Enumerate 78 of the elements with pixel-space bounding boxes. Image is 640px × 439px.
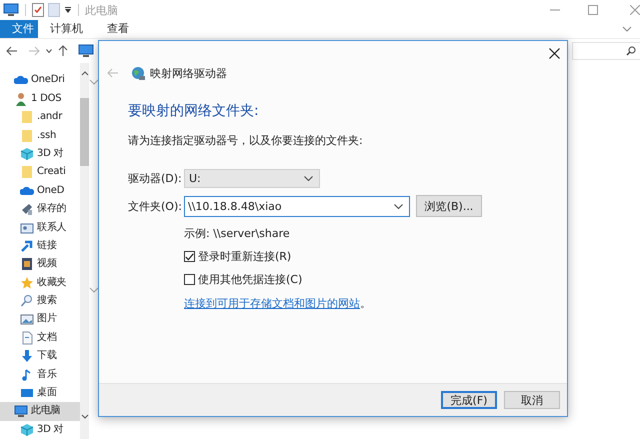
sidebar-item[interactable]: 联系人 bbox=[0, 218, 80, 237]
search-icon bbox=[20, 294, 34, 308]
caret-icon bbox=[394, 204, 403, 208]
website-link[interactable]: 连接到可用于存储文档和图片的网站 bbox=[184, 297, 360, 310]
scroll-up-icon[interactable] bbox=[80, 71, 88, 76]
sidebar-item[interactable]: 1 DOS bbox=[0, 90, 80, 108]
dialog-heading: 要映射的网络文件夹: bbox=[128, 102, 260, 120]
link-icon bbox=[20, 238, 34, 253]
sidebar-item[interactable]: 收藏夹 bbox=[0, 273, 80, 292]
scrollbar[interactable] bbox=[80, 63, 89, 439]
period-text: 。 bbox=[360, 297, 371, 310]
checkbox-option[interactable]: 登录时重新连接(R) bbox=[184, 249, 567, 264]
scrollbar-thumb[interactable] bbox=[80, 98, 89, 166]
user-icon bbox=[14, 92, 28, 106]
contacts-icon bbox=[20, 220, 34, 234]
maximize-icon[interactable] bbox=[588, 5, 598, 16]
back-icon[interactable] bbox=[6, 46, 18, 56]
expand-ribbon-icon[interactable] bbox=[622, 26, 632, 32]
properties-icon[interactable] bbox=[32, 3, 44, 18]
chevron-down-icon[interactable] bbox=[88, 79, 98, 86]
sidebar-item[interactable]: 图片 bbox=[0, 310, 80, 329]
dropdown-icon[interactable] bbox=[64, 6, 72, 14]
sidebar-item[interactable]: 3D 对 bbox=[0, 144, 80, 164]
folder-label: 文件夹(O): bbox=[128, 198, 183, 214]
recent-dropdown-icon[interactable] bbox=[46, 49, 52, 54]
sidebar-item[interactable]: OneD bbox=[0, 182, 80, 200]
checkbox-option[interactable]: 使用其他凭据连接(C) bbox=[184, 272, 567, 287]
sidebar-item[interactable]: 文档 bbox=[0, 328, 80, 348]
window-title: 此电脑 bbox=[85, 2, 118, 18]
sidebar-item[interactable]: 桌面 bbox=[0, 384, 80, 402]
video-icon bbox=[20, 257, 34, 272]
sidebar-item[interactable]: Creati bbox=[0, 163, 80, 182]
folder-icon bbox=[20, 110, 34, 124]
scroll-down-icon[interactable] bbox=[80, 414, 88, 419]
finish-button[interactable]: 完成(F) bbox=[441, 391, 497, 409]
search-field[interactable] bbox=[572, 42, 640, 60]
sidebar-item[interactable]: 3D 对 bbox=[0, 420, 80, 439]
pictures-icon bbox=[20, 312, 34, 326]
cube-icon bbox=[20, 146, 34, 161]
folder-icon bbox=[20, 128, 34, 143]
browse-button[interactable]: 浏览(B)... bbox=[416, 195, 482, 217]
dialog-title: 映射网络驱动器 bbox=[150, 66, 227, 80]
sidebar-item[interactable]: 下载 bbox=[0, 347, 80, 366]
search-icon bbox=[626, 46, 636, 56]
sidebar-item[interactable]: .ssh bbox=[0, 126, 80, 145]
documents-icon bbox=[20, 330, 34, 345]
drive-dropdown[interactable]: U: bbox=[184, 169, 320, 188]
star-icon bbox=[20, 276, 34, 290]
sidebar-item[interactable]: 链接 bbox=[0, 236, 80, 256]
pc-icon bbox=[14, 404, 28, 418]
sidebar-item[interactable]: 此电脑 bbox=[0, 402, 80, 421]
close-icon[interactable] bbox=[549, 48, 560, 59]
instruction-text: 请为连接指定驱动器号，以及你要连接的文件夹: bbox=[128, 133, 364, 148]
folder-field[interactable]: \\10.18.8.48\xiao bbox=[184, 196, 410, 216]
ribbon-tab[interactable]: 文件 bbox=[0, 20, 38, 38]
sidebar-item[interactable]: 音乐 bbox=[0, 365, 80, 384]
sidebar-item[interactable]: OneDri bbox=[0, 71, 80, 90]
sidebar-item[interactable]: 保存的 bbox=[0, 200, 80, 218]
cancel-button[interactable]: 取消 bbox=[504, 391, 560, 409]
network-drive-icon bbox=[131, 66, 146, 80]
computer-icon[interactable] bbox=[3, 3, 19, 18]
computer-icon bbox=[78, 44, 94, 58]
download-icon bbox=[20, 349, 34, 364]
example-text: 示例: \\server\share bbox=[184, 226, 291, 241]
chevron-down-icon[interactable] bbox=[88, 287, 98, 294]
cube-icon bbox=[20, 422, 34, 437]
sidebar-item[interactable]: .andr bbox=[0, 108, 80, 126]
caret-icon bbox=[304, 176, 313, 181]
ribbon-tab[interactable]: 计算机 bbox=[38, 20, 95, 38]
sidebar-item[interactable]: 搜索 bbox=[0, 292, 80, 310]
sidebar-item[interactable]: 视频 bbox=[0, 255, 80, 274]
drive-label: 驱动器(D): bbox=[128, 171, 183, 186]
checkbox[interactable] bbox=[184, 274, 195, 285]
ribbon-tab[interactable]: 查看 bbox=[95, 20, 141, 38]
up-icon[interactable] bbox=[58, 45, 68, 58]
forward-icon[interactable] bbox=[28, 46, 40, 56]
folder-icon bbox=[20, 165, 34, 180]
checkbox[interactable] bbox=[184, 251, 195, 262]
